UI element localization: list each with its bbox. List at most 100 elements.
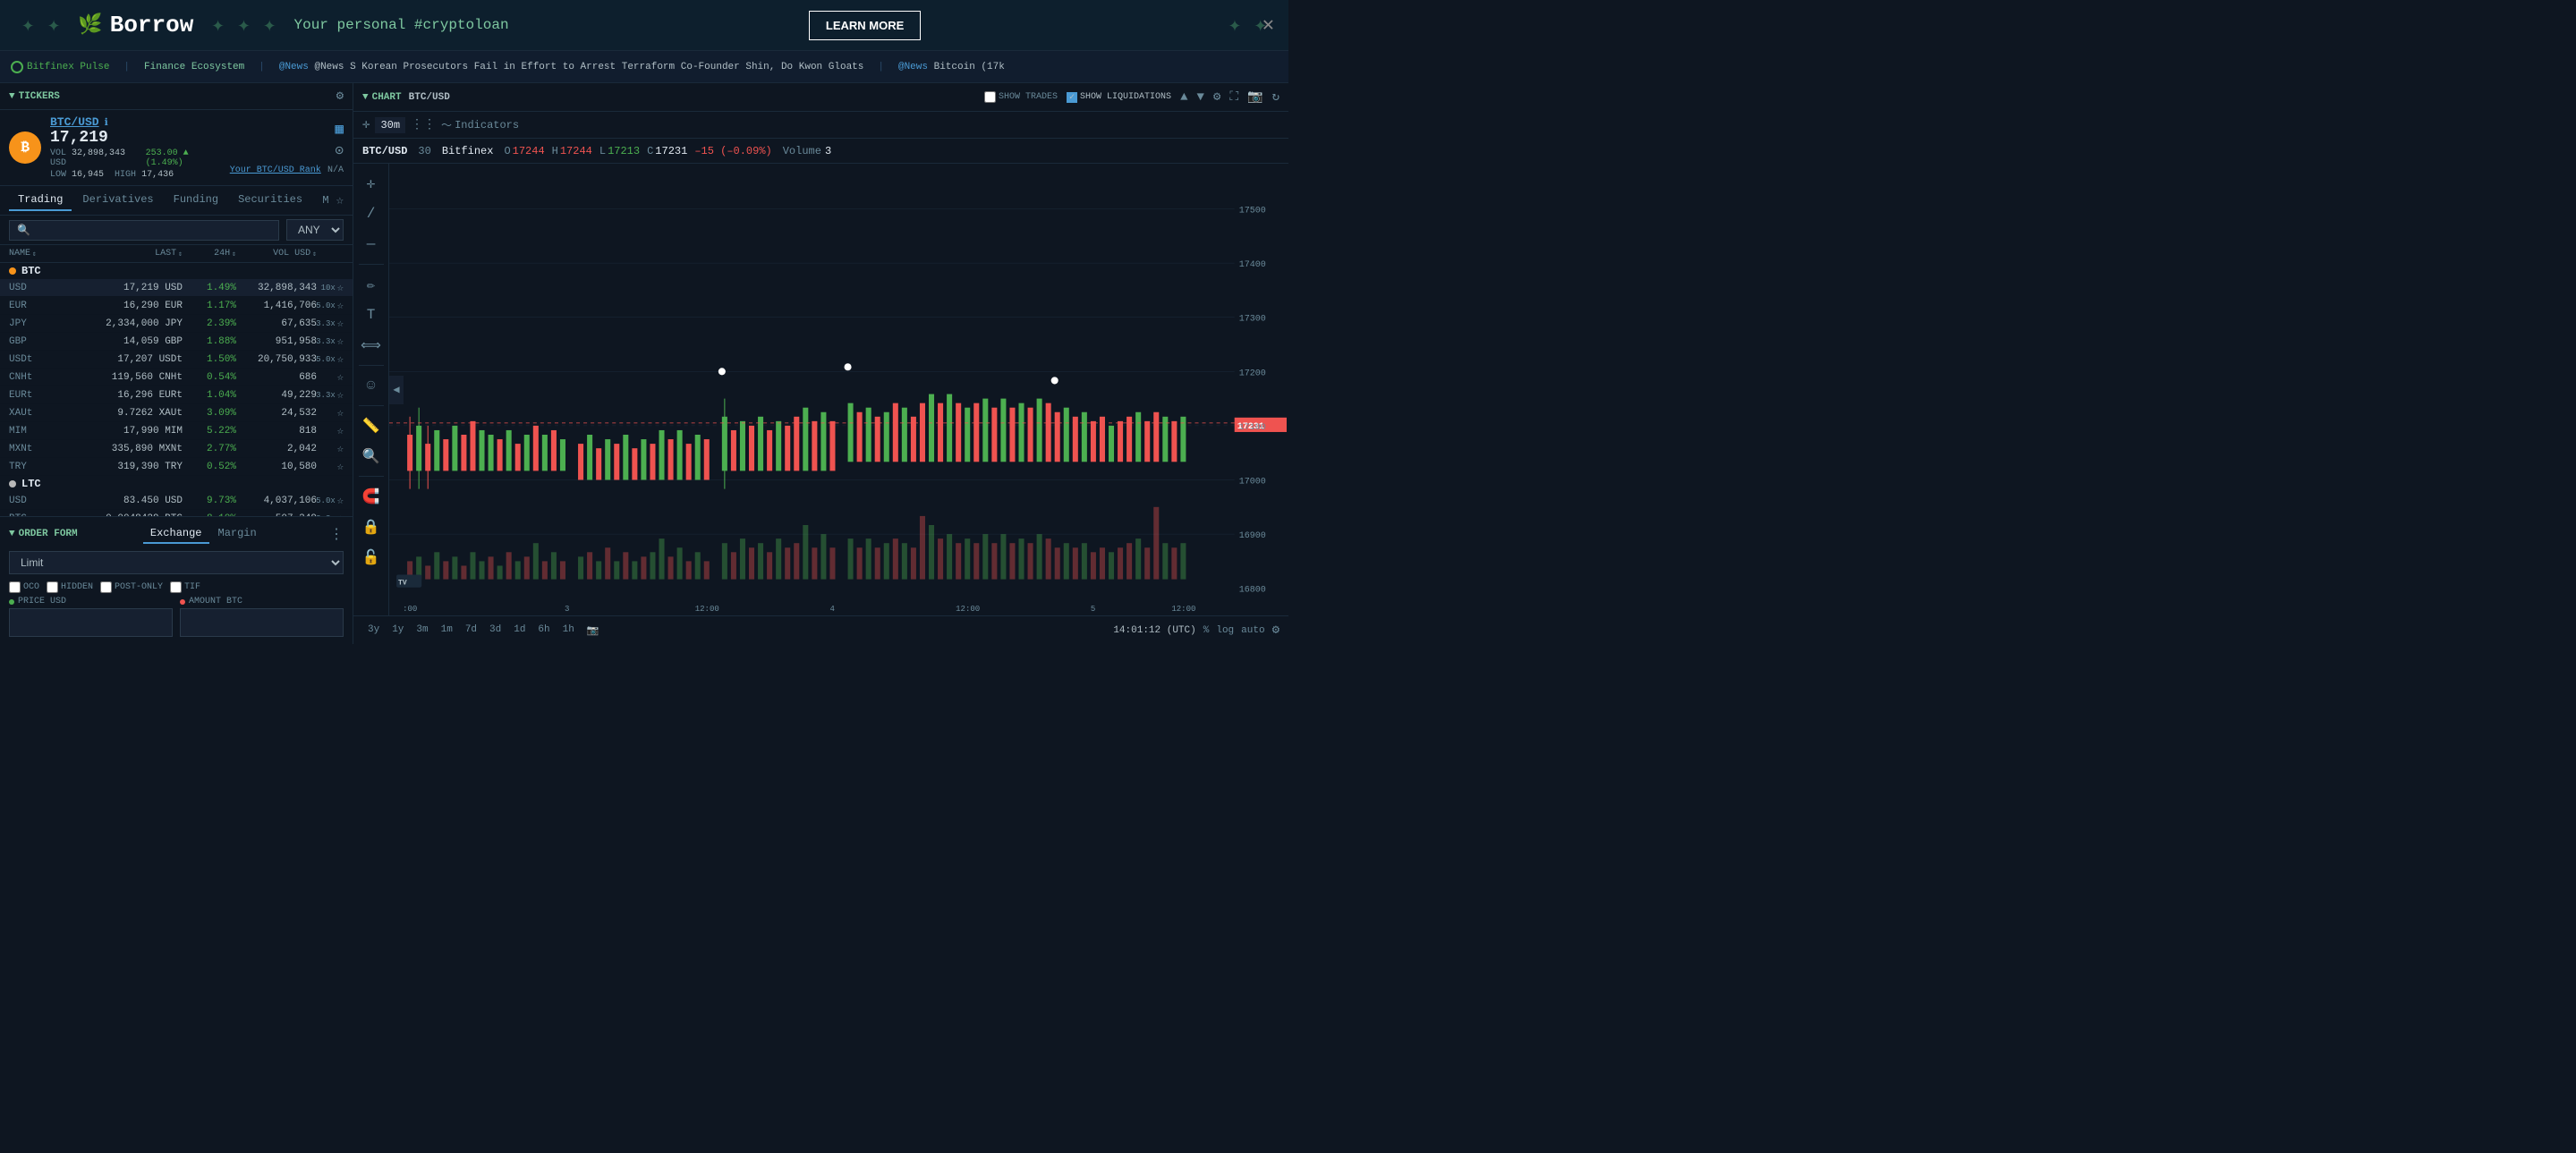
text-tool[interactable]: T — [359, 302, 384, 327]
emoji-tool[interactable]: ☺ — [359, 373, 384, 398]
row-star[interactable]: ☆ — [337, 370, 344, 384]
range-1y[interactable]: 1y — [387, 623, 409, 639]
asset-pair-link[interactable]: BTC/USD — [50, 115, 99, 129]
range-3y[interactable]: 3y — [362, 623, 385, 639]
col-name[interactable]: NAME ⇕ — [9, 249, 102, 259]
order-tab-exchange[interactable]: Exchange — [143, 524, 209, 544]
info-icon[interactable]: ℹ — [105, 116, 108, 129]
table-row[interactable]: TRY 319,390 TRY 0.52% 10,580 ☆ — [0, 458, 353, 476]
chart-exchange: Bitfinex — [442, 145, 494, 157]
finance-ecosystem-link[interactable]: Finance Ecosystem — [144, 62, 244, 72]
range-1h[interactable]: 1h — [557, 623, 580, 639]
chart-down-arrow[interactable]: ▼ — [1196, 90, 1203, 105]
table-row[interactable]: EURt 16,296 EURt 1.04% 49,229 3.3x☆ — [0, 386, 353, 404]
bottom-settings-icon[interactable]: ⚙ — [1272, 623, 1279, 638]
tab-derivatives[interactable]: Derivatives — [73, 190, 162, 211]
show-trades-checkbox[interactable] — [984, 91, 996, 103]
range-3d[interactable]: 3d — [484, 623, 506, 639]
table-row[interactable]: USDt 17,207 USDt 1.50% 20,750,933 5.0x☆ — [0, 351, 353, 369]
table-row[interactable]: USD 83.450 USD 9.73% 4,037,106 5.0x☆ — [0, 492, 353, 510]
show-liquidations-toggle[interactable]: ✓ SHOW LIQUIDATIONS — [1067, 92, 1171, 103]
bitfinex-pulse[interactable]: Bitfinex Pulse — [11, 61, 109, 73]
crosshair-tool[interactable]: ✛ — [359, 171, 384, 196]
table-row[interactable]: GBP 14,059 GBP 1.88% 951,958 3.3x☆ — [0, 333, 353, 351]
order-tab-margin[interactable]: Margin — [211, 524, 264, 544]
zoom-in-tool[interactable]: 🔍 — [359, 444, 384, 469]
time-30m-button[interactable]: 30m — [375, 117, 405, 133]
table-row[interactable]: BTC 0.0048429 BTC 8.10% 507,349 3.3x☆ — [0, 510, 353, 516]
table-row[interactable]: CNHt 119,560 CNHt 0.54% 686 ☆ — [0, 369, 353, 386]
row-star[interactable]: ☆ — [337, 335, 344, 348]
tab-trading[interactable]: Trading — [9, 190, 72, 211]
table-row[interactable]: USD 17,219 USD 1.49% 32,898,343 10x☆ — [0, 279, 353, 297]
coin-icon[interactable]: ⊙ — [335, 141, 344, 159]
refresh-icon[interactable]: ↻ — [1272, 89, 1279, 105]
expand-icon[interactable]: ⛶ — [1229, 90, 1238, 105]
chart-type-icon[interactable]: ⋮⋮ — [411, 117, 436, 132]
rank-link[interactable]: Your BTC/USD Rank — [230, 165, 321, 175]
tab-m-button[interactable]: M — [317, 191, 334, 210]
gear-icon[interactable]: ⚙ — [336, 89, 344, 104]
price-input[interactable] — [9, 608, 173, 637]
range-1m[interactable]: 1m — [436, 623, 458, 639]
row-star[interactable]: ☆ — [337, 281, 344, 294]
oco-checkbox[interactable]: OCO — [9, 581, 39, 593]
camera-icon[interactable]: 📷 — [1247, 89, 1262, 105]
tif-checkbox[interactable]: TIF — [170, 581, 200, 593]
row-star[interactable]: ☆ — [337, 406, 344, 420]
table-row[interactable]: JPY 2,334,000 JPY 2.39% 67,635 3.3x☆ — [0, 315, 353, 333]
table-row[interactable]: MIM 17,990 MIM 5.22% 818 ☆ — [0, 422, 353, 440]
pencil-tool[interactable]: ✏ — [359, 272, 384, 297]
post-only-checkbox[interactable]: POST-ONLY — [100, 581, 163, 593]
order-menu-button[interactable]: ⋮ — [329, 525, 344, 543]
tab-securities[interactable]: Securities — [229, 190, 311, 211]
chart-up-arrow[interactable]: ▲ — [1180, 90, 1187, 105]
collapse-arrow[interactable]: ◀ — [389, 376, 404, 404]
tab-star-button[interactable]: ☆ — [336, 193, 344, 208]
pct-button[interactable]: % — [1203, 625, 1210, 636]
range-1d[interactable]: 1d — [508, 623, 531, 639]
show-trades-toggle[interactable]: SHOW TRADES — [984, 91, 1058, 103]
mini-chart-icon[interactable]: ▦ — [335, 120, 344, 138]
range-screenshot[interactable]: 📷 — [582, 623, 605, 639]
hline-tool[interactable]: — — [359, 232, 384, 257]
row-star[interactable]: ☆ — [337, 317, 344, 330]
close-banner-button[interactable]: ✕ — [1262, 13, 1274, 37]
col-vol[interactable]: VOL USD ⇕ — [236, 249, 317, 259]
lock-tool[interactable]: 🔒 — [359, 514, 384, 539]
hidden-checkbox[interactable]: HIDDEN — [47, 581, 93, 593]
table-row[interactable]: EUR 16,290 EUR 1.17% 1,416,706 5.0x☆ — [0, 297, 353, 315]
table-row[interactable]: XAUt 9.7262 XAUt 3.09% 24,532 ☆ — [0, 404, 353, 422]
row-star[interactable]: ☆ — [337, 494, 344, 507]
row-star[interactable]: ☆ — [337, 442, 344, 455]
search-input[interactable] — [34, 224, 271, 236]
draw-line-tool[interactable]: / — [359, 201, 384, 226]
currency-filter[interactable]: ANY USD BTC ETH — [286, 219, 344, 241]
amount-input[interactable] — [180, 608, 344, 637]
row-star[interactable]: ☆ — [337, 424, 344, 437]
crosshair-icon[interactable]: ✛ — [362, 117, 370, 132]
tab-funding[interactable]: Funding — [165, 190, 227, 211]
table-row[interactable]: MXNt 335,890 MXNt 2.77% 2,042 ☆ — [0, 440, 353, 458]
measure-tool[interactable]: ⟺ — [359, 333, 384, 358]
auto-button[interactable]: auto — [1241, 625, 1264, 636]
range-6h[interactable]: 6h — [532, 623, 555, 639]
row-star[interactable]: ☆ — [337, 460, 344, 473]
ruler-tool[interactable]: 📏 — [359, 413, 384, 438]
open-lock-tool[interactable]: 🔓 — [359, 545, 384, 570]
magnet-tool[interactable]: 🧲 — [359, 484, 384, 509]
search-input-wrap: 🔍 — [9, 220, 279, 241]
indicators-button[interactable]: 〜 Indicators — [441, 117, 519, 132]
row-star[interactable]: ☆ — [337, 299, 344, 312]
row-star[interactable]: ☆ — [337, 388, 344, 402]
rank-value: N/A — [327, 165, 344, 175]
settings-icon[interactable]: ⚙ — [1213, 89, 1220, 105]
col-last[interactable]: LAST ⇕ — [102, 249, 183, 259]
range-3m[interactable]: 3m — [411, 623, 433, 639]
row-star[interactable]: ☆ — [337, 352, 344, 366]
log-button[interactable]: log — [1216, 625, 1234, 636]
learn-more-button[interactable]: LEARN MORE — [809, 11, 921, 40]
range-7d[interactable]: 7d — [460, 623, 482, 639]
col-24h[interactable]: 24H ⇕ — [183, 249, 236, 259]
order-type-select[interactable]: Limit Market Stop — [9, 551, 344, 574]
